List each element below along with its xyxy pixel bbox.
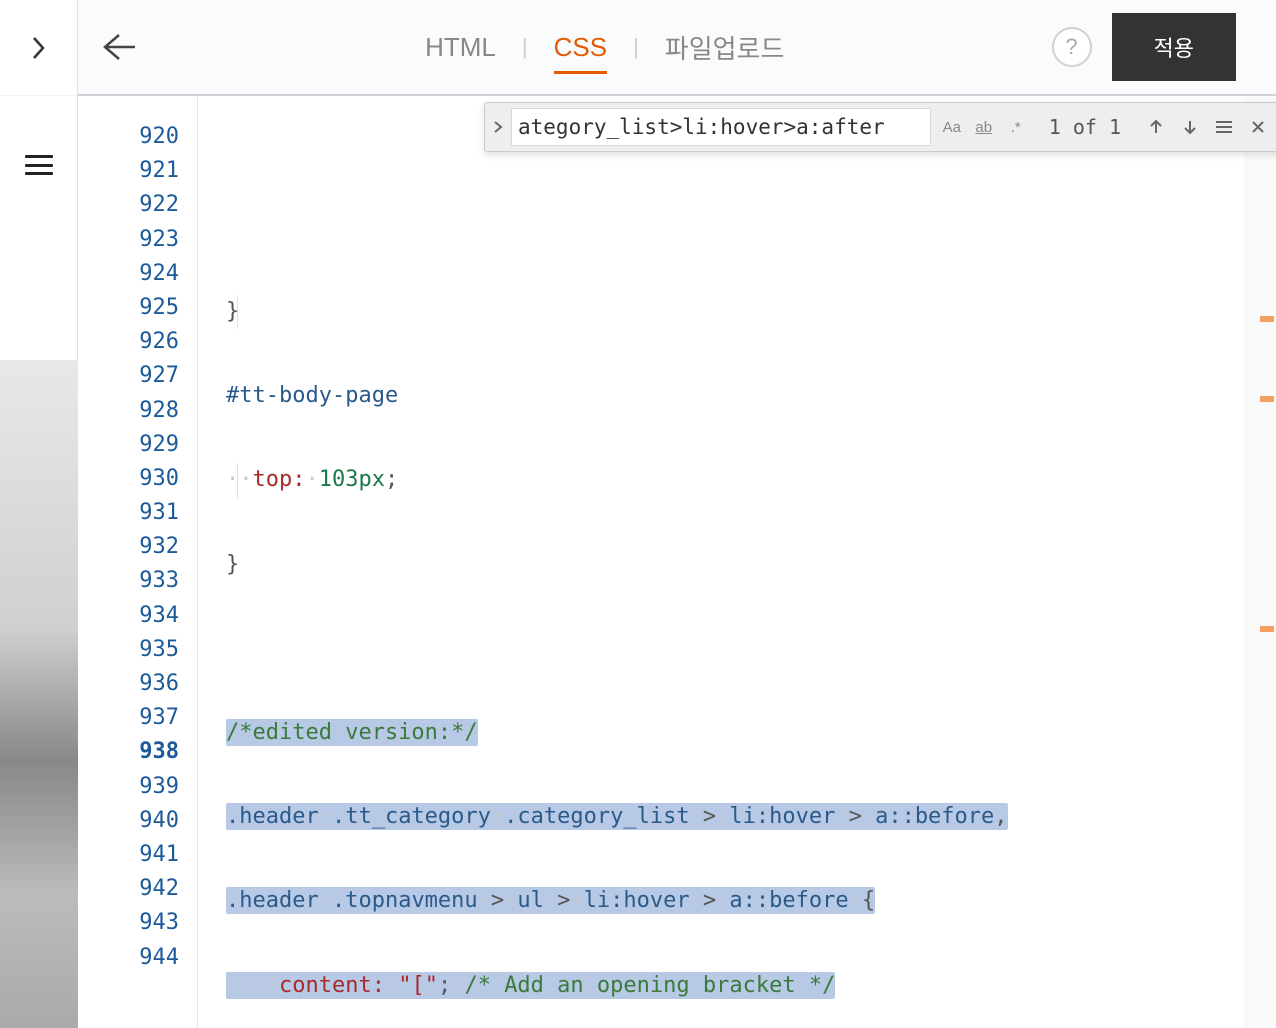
header-tabs: HTML | CSS | 파일업로드 <box>158 0 1052 95</box>
line-number-gutter: 9209219229239249259269279289299309319329… <box>78 96 198 1028</box>
line-number: 922 <box>78 188 197 222</box>
line-number: 936 <box>78 667 197 701</box>
minimap-marker <box>1260 396 1274 402</box>
code-line[interactable]: #tt-body-page <box>198 379 1276 413</box>
line-number: 942 <box>78 872 197 906</box>
header: HTML | CSS | 파일업로드 ? 적용 <box>78 0 1276 96</box>
line-number: 939 <box>78 770 197 804</box>
line-number: 933 <box>78 564 197 598</box>
chevron-right-icon <box>30 34 48 62</box>
minimap-marker <box>1260 316 1274 322</box>
code-line[interactable]: .header·.tt_category·.category_list·>·li… <box>198 800 1276 834</box>
line-number: 925 <box>78 291 197 325</box>
tab-css[interactable]: CSS <box>534 0 627 95</box>
find-input[interactable]: ategory_list>li:hover>a:after <box>511 108 931 146</box>
code-editor: 9209219229239249259269279289299309319329… <box>78 96 1276 1028</box>
find-widget: ategory_list>li:hover>a:after Aa ab .* 1… <box>484 102 1276 152</box>
line-number: 938 <box>78 735 197 769</box>
find-options: Aa ab .* <box>931 112 1037 142</box>
line-number: 934 <box>78 599 197 633</box>
line-number: 944 <box>78 941 197 975</box>
preview-thumbnail <box>0 360 78 1028</box>
line-number: 924 <box>78 257 197 291</box>
line-number: 921 <box>78 154 197 188</box>
code-line[interactable]: /*edited version:*/ <box>198 716 1276 750</box>
code-line[interactable]: } <box>198 548 1276 582</box>
header-right: ? 적용 <box>1052 13 1276 81</box>
tab-separator: | <box>516 34 534 60</box>
apply-button[interactable]: 적용 <box>1112 13 1236 81</box>
code-line[interactable] <box>198 632 1276 666</box>
code-line[interactable]: .header·.topnavmenu·>·ul·>·li:hover·>·a:… <box>198 884 1276 918</box>
code-line[interactable]: ····content:·"[";·/* Add an opening brac… <box>198 969 1276 1003</box>
code-area[interactable]: ategory_list>li:hover>a:after Aa ab .* 1… <box>198 96 1276 1028</box>
close-icon <box>1250 119 1266 135</box>
help-button[interactable]: ? <box>1052 27 1092 67</box>
line-number: 923 <box>78 223 197 257</box>
line-number: 920 <box>78 120 197 154</box>
line-number: 929 <box>78 428 197 462</box>
line-number: 940 <box>78 804 197 838</box>
line-number: 937 <box>78 701 197 735</box>
find-whole-word-toggle[interactable]: ab <box>969 112 999 142</box>
tab-file-upload[interactable]: 파일업로드 <box>645 0 805 95</box>
expand-panel-button[interactable] <box>21 30 57 66</box>
line-number: 930 <box>78 462 197 496</box>
tab-separator: | <box>627 34 645 60</box>
arrow-down-icon <box>1181 118 1199 136</box>
back-button[interactable] <box>78 29 158 65</box>
find-nav <box>1133 114 1276 140</box>
panel-top <box>0 0 77 96</box>
minimap-marker <box>1260 626 1274 632</box>
arrow-up-icon <box>1147 118 1165 136</box>
find-prev-button[interactable] <box>1143 114 1169 140</box>
find-next-button[interactable] <box>1177 114 1203 140</box>
find-case-sensitive-toggle[interactable]: Aa <box>937 112 967 142</box>
find-close-button[interactable] <box>1245 114 1271 140</box>
line-number: 926 <box>78 325 197 359</box>
code-line[interactable]: ··top:·103px; <box>198 463 1276 497</box>
line-number: 931 <box>78 496 197 530</box>
line-number: 927 <box>78 359 197 393</box>
code-line[interactable]: } <box>198 295 1276 329</box>
find-selection-button[interactable] <box>1211 114 1237 140</box>
back-arrow-icon <box>97 29 139 65</box>
left-panel <box>0 0 78 1028</box>
hamburger-icon <box>25 155 53 175</box>
find-result-count: 1 of 1 <box>1037 115 1133 139</box>
find-expand-button[interactable] <box>485 103 511 151</box>
line-number: 941 <box>78 838 197 872</box>
line-number: 932 <box>78 530 197 564</box>
line-number: 935 <box>78 633 197 667</box>
hamburger-button[interactable] <box>0 140 78 190</box>
selection-icon <box>1214 119 1234 135</box>
minimap[interactable] <box>1244 96 1276 1028</box>
tab-html[interactable]: HTML <box>405 0 516 95</box>
find-regex-toggle[interactable]: .* <box>1001 112 1031 142</box>
chevron-right-icon <box>492 119 504 135</box>
line-number: 928 <box>78 394 197 428</box>
line-number: 943 <box>78 906 197 940</box>
